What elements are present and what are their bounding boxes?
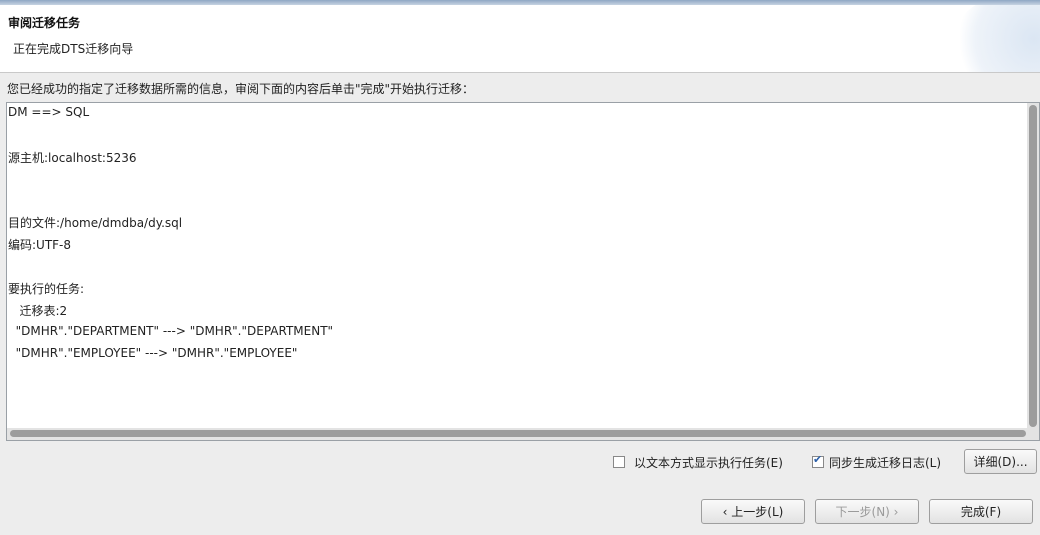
summary-line: 编码:UTF-8 xyxy=(8,238,72,252)
chevron-right-icon: › xyxy=(889,504,899,519)
summary-line: DM ==> SQL xyxy=(8,105,90,119)
show-as-text-checkbox[interactable] xyxy=(613,456,625,468)
finish-button[interactable]: 完成(F) xyxy=(929,499,1033,524)
next-button[interactable]: 下一步(N) › xyxy=(815,499,919,524)
chevron-left-icon: ‹ xyxy=(722,504,732,519)
back-button[interactable]: ‹ 上一步(L) xyxy=(701,499,805,524)
sync-log-option[interactable]: 同步生成迁移日志(L) xyxy=(812,453,941,471)
summary-line: "DMHR"."DEPARTMENT" ---> "DMHR"."DEPARTM… xyxy=(8,324,334,338)
vertical-scrollbar[interactable] xyxy=(1027,103,1039,429)
horizontal-scroll-thumb[interactable] xyxy=(10,430,1026,437)
intro-text: 您已经成功的指定了迁移数据所需的信息，审阅下面的内容后单击"完成"开始执行迁移： xyxy=(7,82,475,96)
page-title: 审阅迁移任务 xyxy=(8,16,81,30)
summary-text-area[interactable]: DM ==> SQL 源主机:localhost:5236 目的文件:/home… xyxy=(6,102,1040,441)
vertical-scroll-thumb[interactable] xyxy=(1029,105,1037,427)
summary-line: 要执行的任务: xyxy=(8,282,85,296)
wizard-header: 审阅迁移任务 正在完成DTS迁移向导 xyxy=(0,5,1040,73)
page-subtitle: 正在完成DTS迁移向导 xyxy=(13,42,134,56)
back-button-label: 上一步(L) xyxy=(731,505,784,519)
horizontal-scrollbar[interactable] xyxy=(7,428,1039,440)
details-button[interactable]: 详细(D)... xyxy=(964,449,1037,474)
header-decoration xyxy=(950,5,1040,72)
sync-log-checkbox[interactable] xyxy=(812,453,824,468)
sync-log-label[interactable]: 同步生成迁移日志(L) xyxy=(829,454,941,471)
show-as-text-label[interactable]: 以文本方式显示执行任务(E) xyxy=(634,454,783,471)
summary-line: 源主机:localhost:5236 xyxy=(8,151,137,165)
next-button-label: 下一步(N) xyxy=(835,505,890,519)
summary-line: 迁移表:2 xyxy=(8,304,68,318)
show-as-text-option[interactable]: 以文本方式显示执行任务(E) xyxy=(613,453,783,471)
summary-line: "DMHR"."EMPLOYEE" ---> "DMHR"."EMPLOYEE" xyxy=(8,346,298,360)
summary-line: 目的文件:/home/dmdba/dy.sql xyxy=(8,216,183,230)
